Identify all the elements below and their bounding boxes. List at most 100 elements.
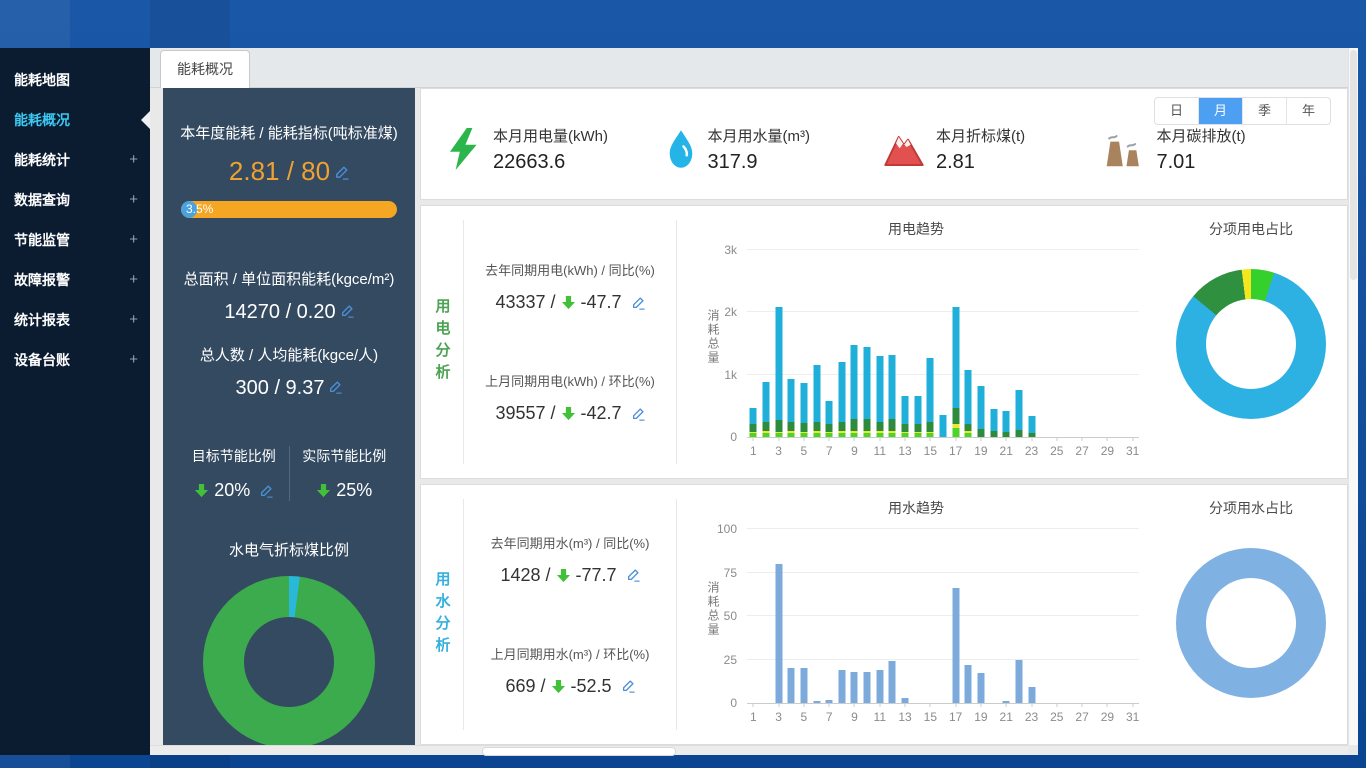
bar-day-28 bbox=[1091, 529, 1098, 703]
water-share-panel: 分项用水占比 bbox=[1155, 485, 1347, 744]
stat-value: 43337 / bbox=[495, 292, 555, 313]
bar-day-4 bbox=[788, 250, 795, 437]
toggle-日[interactable]: 日 bbox=[1155, 98, 1198, 124]
bar-day-19 bbox=[977, 250, 984, 437]
edit-icon[interactable] bbox=[631, 407, 645, 421]
x-tick-label: 9 bbox=[851, 444, 858, 458]
toggle-年[interactable]: 年 bbox=[1286, 98, 1330, 124]
edit-icon[interactable] bbox=[626, 568, 640, 582]
sidebar-item-设备台账[interactable]: 设备台账 + bbox=[0, 340, 150, 380]
expand-icon[interactable]: + bbox=[129, 300, 138, 340]
bar-day-15 bbox=[927, 250, 934, 437]
edit-icon[interactable] bbox=[259, 484, 273, 498]
lightning-icon bbox=[447, 128, 481, 170]
toggle-月[interactable]: 月 bbox=[1198, 98, 1242, 124]
stat-value: 1428 / bbox=[500, 565, 550, 586]
expand-icon[interactable]: + bbox=[129, 140, 138, 180]
vertical-scrollbar[interactable] bbox=[1348, 48, 1358, 745]
x-tick-label: 23 bbox=[1025, 710, 1038, 724]
bar-day-21 bbox=[1003, 250, 1010, 437]
electricity-mom-stat: 上月同期用电(kWh) / 环比(%) 39557 / -42.7 bbox=[464, 371, 676, 424]
bar-day-18 bbox=[965, 529, 972, 703]
sidebar-item-统计报表[interactable]: 统计报表 + bbox=[0, 300, 150, 340]
x-tick-label: 19 bbox=[974, 710, 987, 724]
vertical-scrollbar-thumb[interactable] bbox=[1350, 50, 1357, 280]
annual-energy-value: 2.81 / 80 bbox=[179, 156, 399, 187]
tab-bar: 能耗概况 bbox=[150, 48, 1358, 88]
edit-icon[interactable] bbox=[334, 165, 349, 180]
bar-day-3 bbox=[775, 529, 782, 703]
summary-stat-value: 7.01 bbox=[1157, 151, 1246, 174]
x-tick-label: 21 bbox=[1000, 710, 1013, 724]
stat-label: 上月同期用电(kWh) / 环比(%) bbox=[464, 371, 676, 390]
bar-day-24 bbox=[1041, 250, 1048, 437]
toggle-季[interactable]: 季 bbox=[1242, 98, 1286, 124]
edit-icon[interactable] bbox=[621, 679, 635, 693]
stat-label: 上月同期用水(m³) / 环比(%) bbox=[464, 644, 676, 663]
horizontal-scrollbar[interactable] bbox=[150, 745, 1348, 755]
y-tick-label: 1k bbox=[724, 368, 737, 382]
edit-icon[interactable] bbox=[340, 304, 354, 318]
expand-icon[interactable]: + bbox=[129, 220, 138, 260]
annual-progress-bar: 3.5% bbox=[181, 201, 397, 218]
bar-day-27 bbox=[1079, 529, 1086, 703]
sidebar-item-能耗统计[interactable]: 能耗统计+ bbox=[0, 140, 150, 180]
sidebar-item-节能监管[interactable]: 节能监管 + bbox=[0, 220, 150, 260]
down-arrow-icon bbox=[556, 568, 571, 583]
sidebar-item-能耗概况[interactable]: 能耗概况 bbox=[0, 100, 150, 140]
saving-ratio-row: 目标节能比例 20% 实际节能比例 25% bbox=[179, 446, 399, 501]
period-toggle: 日月季年 bbox=[1154, 97, 1331, 125]
expand-icon[interactable]: + bbox=[129, 340, 138, 380]
tab-energy-overview[interactable]: 能耗概况 bbox=[160, 50, 250, 88]
x-tick-label: 5 bbox=[801, 444, 808, 458]
stat-delta: -52.5 bbox=[571, 676, 612, 697]
x-tick-label: 25 bbox=[1050, 710, 1063, 724]
bar-day-9 bbox=[851, 529, 858, 703]
bar-day-24 bbox=[1041, 529, 1048, 703]
y-axis-label: 消耗总量 bbox=[705, 309, 722, 365]
expand-icon[interactable]: + bbox=[129, 180, 138, 220]
y-tick-label: 25 bbox=[724, 653, 737, 667]
bar-day-10 bbox=[864, 529, 871, 703]
summary-stat-label: 本月用电量(kWh) bbox=[493, 125, 608, 146]
chart-title: 用电趋势 bbox=[677, 219, 1155, 239]
sidebar-item-label: 设备台账 bbox=[14, 352, 70, 368]
bar-day-21 bbox=[1003, 529, 1010, 703]
down-arrow-icon bbox=[194, 483, 209, 498]
x-tick-label: 25 bbox=[1050, 444, 1063, 458]
target-saving: 目标节能比例 20% bbox=[179, 446, 290, 501]
monthly-summary-card: 本月用电量(kWh)22663.6本月用水量(m³)317.9本月折标煤(t)2… bbox=[420, 88, 1348, 200]
x-tick-label: 31 bbox=[1126, 710, 1139, 724]
x-tick-label: 27 bbox=[1075, 710, 1088, 724]
sidebar-item-数据查询[interactable]: 数据查询+ bbox=[0, 180, 150, 220]
x-tick-label: 17 bbox=[949, 710, 962, 724]
sidebar-item-能耗地图[interactable]: 能耗地图 bbox=[0, 60, 150, 100]
expand-icon[interactable]: + bbox=[129, 260, 138, 300]
summary-stat: 本月用电量(kWh)22663.6 bbox=[447, 125, 666, 174]
electricity-yoy-stat: 去年同期用电(kWh) / 同比(%) 43337 / -47.7 bbox=[464, 260, 676, 313]
bar-day-1 bbox=[750, 250, 757, 437]
y-tick-label: 3k bbox=[724, 243, 737, 257]
summary-stat-label: 本月碳排放(t) bbox=[1157, 125, 1246, 146]
sidebar-item-label: 节能监管 bbox=[14, 232, 70, 248]
sidebar-menu: 能耗地图能耗概况能耗统计+数据查询+节能监管+故障报警+统计报表+设备台账+ bbox=[0, 48, 150, 755]
horizontal-scrollbar-thumb[interactable] bbox=[482, 747, 676, 756]
edit-icon[interactable] bbox=[631, 296, 645, 310]
x-tick-label: 27 bbox=[1075, 444, 1088, 458]
x-tick-label: 29 bbox=[1101, 710, 1114, 724]
bar-day-23 bbox=[1028, 529, 1035, 703]
bar-day-7 bbox=[826, 529, 833, 703]
chart-title: 用水趋势 bbox=[677, 498, 1155, 518]
x-tick-label: 3 bbox=[775, 710, 782, 724]
electricity-share-title: 分项用电占比 bbox=[1209, 219, 1293, 239]
electricity-stats: 去年同期用电(kWh) / 同比(%) 43337 / -47.7 上月同期用电… bbox=[464, 206, 676, 478]
bar-day-5 bbox=[800, 250, 807, 437]
sidebar-item-label: 统计报表 bbox=[14, 312, 70, 328]
stat-delta: -42.7 bbox=[581, 403, 622, 424]
edit-icon[interactable] bbox=[328, 380, 342, 394]
bar-day-29 bbox=[1104, 529, 1111, 703]
coal-ratio-donut-chart bbox=[203, 576, 375, 745]
bar-day-3 bbox=[775, 250, 782, 437]
sidebar-item-故障报警[interactable]: 故障报警+ bbox=[0, 260, 150, 300]
plot-area: 0255075100135791113151719212325272931 bbox=[747, 529, 1139, 704]
